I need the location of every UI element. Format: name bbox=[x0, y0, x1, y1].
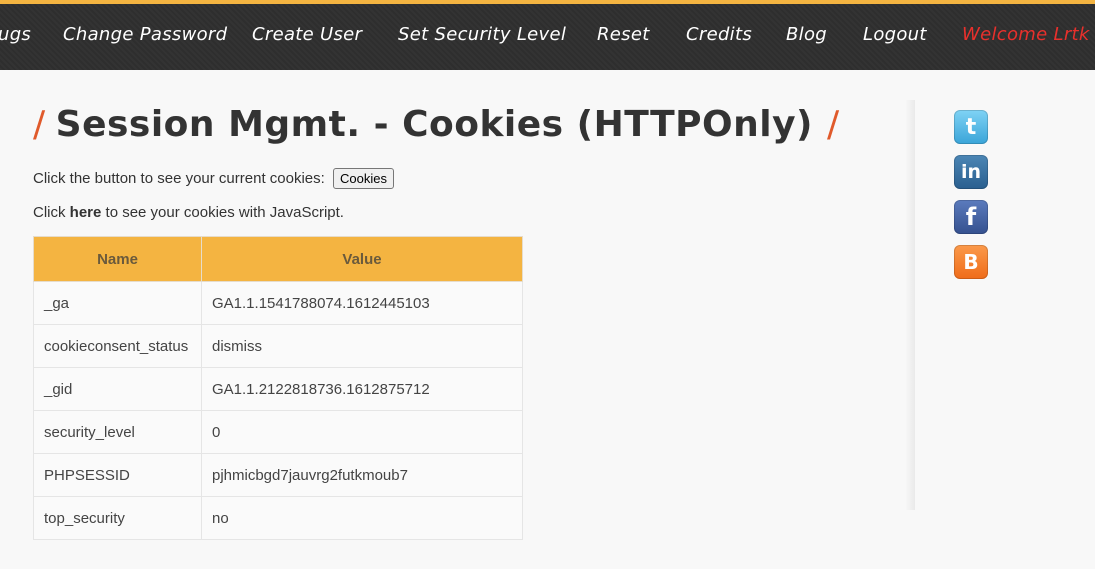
cookies-button-row: Click the button to see your current coo… bbox=[33, 168, 394, 189]
javascript-cookies-row: Click here to see your cookies with Java… bbox=[33, 204, 344, 221]
nav-item-credits[interactable]: Credits bbox=[686, 24, 752, 45]
page-title-text: Session Mgmt. - Cookies (HTTPOnly) bbox=[55, 104, 814, 145]
nav-item-bugs[interactable]: ugs bbox=[0, 24, 31, 45]
nav-item-blog[interactable]: Blog bbox=[786, 24, 827, 45]
here-link[interactable]: here bbox=[70, 204, 102, 221]
page-title: / Session Mgmt. - Cookies (HTTPOnly) / bbox=[33, 100, 893, 150]
table-row: PHPSESSID pjhmicbgd7jauvrg2futkmoub7 bbox=[33, 453, 523, 497]
column-header-value: Value bbox=[201, 236, 523, 282]
table-row: _ga GA1.1.1541788074.1612445103 bbox=[33, 281, 523, 325]
nav-item-reset[interactable]: Reset bbox=[597, 24, 650, 45]
welcome-user-link[interactable]: Welcome Lrtk bbox=[962, 24, 1090, 45]
cookie-value-cell: GA1.1.1541788074.1612445103 bbox=[201, 281, 523, 325]
nav-item-create-user[interactable]: Create User bbox=[252, 24, 362, 45]
cookie-value-cell: GA1.1.2122818736.1612875712 bbox=[201, 367, 523, 411]
line2-prefix: Click bbox=[33, 204, 70, 221]
twitter-icon[interactable]: t bbox=[954, 110, 988, 144]
sidebar-divider bbox=[905, 100, 915, 510]
column-header-name: Name bbox=[33, 236, 202, 282]
cookies-table: Name Value _ga GA1.1.1541788074.16124451… bbox=[33, 236, 523, 540]
facebook-icon[interactable]: f bbox=[954, 200, 988, 234]
line2-suffix: to see your cookies with JavaScript. bbox=[101, 204, 344, 221]
cookie-name-cell: _ga bbox=[33, 281, 202, 325]
cookies-button[interactable]: Cookies bbox=[332, 168, 394, 189]
top-navbar: ugs Change Password Create User Set Secu… bbox=[0, 4, 1095, 70]
title-slash-right: / bbox=[827, 104, 840, 145]
main-content: / Session Mgmt. - Cookies (HTTPOnly) / Cli… bbox=[33, 100, 893, 540]
table-row: cookieconsent_status dismiss bbox=[33, 324, 523, 368]
cookie-name-cell: _gid bbox=[33, 367, 202, 411]
linkedin-icon[interactable]: in bbox=[954, 155, 988, 189]
table-header-row: Name Value bbox=[33, 236, 523, 282]
title-slash-left: / bbox=[33, 104, 46, 145]
cookie-value-cell: no bbox=[201, 496, 523, 540]
cookie-value-cell: dismiss bbox=[201, 324, 523, 368]
cookie-value-cell: 0 bbox=[201, 410, 523, 454]
nav-item-set-security-level[interactable]: Set Security Level bbox=[398, 24, 566, 45]
cookies-button-label: Click the button to see your current coo… bbox=[33, 170, 325, 187]
cookie-name-cell: top_security bbox=[33, 496, 202, 540]
nav-item-change-password[interactable]: Change Password bbox=[63, 24, 227, 45]
cookie-name-cell: security_level bbox=[33, 410, 202, 454]
table-row: top_security no bbox=[33, 496, 523, 540]
table-row: _gid GA1.1.2122818736.1612875712 bbox=[33, 367, 523, 411]
nav-item-logout[interactable]: Logout bbox=[863, 24, 927, 45]
cookie-value-cell: pjhmicbgd7jauvrg2futkmoub7 bbox=[201, 453, 523, 497]
cookie-name-cell: cookieconsent_status bbox=[33, 324, 202, 368]
cookie-name-cell: PHPSESSID bbox=[33, 453, 202, 497]
table-row: security_level 0 bbox=[33, 410, 523, 454]
blogger-icon[interactable]: B bbox=[954, 245, 988, 279]
